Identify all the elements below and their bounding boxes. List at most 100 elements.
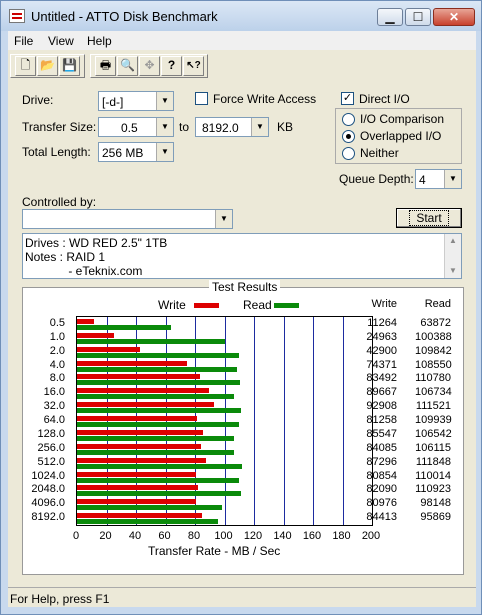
context-help-icon[interactable]: ↖? xyxy=(183,56,204,76)
x-gridline xyxy=(313,317,314,525)
title-bar[interactable]: Untitled - ATTO Disk Benchmark ▁ ☐ ✕ xyxy=(1,1,481,31)
menu-help[interactable]: Help xyxy=(87,34,112,48)
save-icon[interactable]: 💾 xyxy=(59,56,80,76)
new-document-icon[interactable]: 🗋 xyxy=(15,56,36,76)
write-value: 84085 xyxy=(366,441,397,454)
read-bar xyxy=(77,325,172,330)
chevron-down-icon[interactable]: ▼ xyxy=(444,170,461,188)
y-category-label: 2048.0 xyxy=(31,483,65,496)
maximize-button[interactable]: ☐ xyxy=(405,8,431,26)
notes-line: Notes : RAID 1 xyxy=(25,250,106,264)
notes-scrollbar[interactable]: ▲ ▼ xyxy=(444,234,461,278)
direct-io-label[interactable]: Direct I/O xyxy=(359,92,410,106)
neither-label[interactable]: Neither xyxy=(360,146,399,160)
neither-radio[interactable] xyxy=(342,147,355,160)
notes-textarea[interactable]: Drives : WD RED 2.5" 1TB Notes : RAID 1 … xyxy=(22,233,462,279)
y-category-label: 2.0 xyxy=(49,344,65,357)
y-category-label: 4096.0 xyxy=(31,497,65,510)
print-icon[interactable]: 🖶 xyxy=(95,56,116,76)
start-button[interactable]: Start xyxy=(396,208,462,228)
y-category-label: 8.0 xyxy=(49,372,65,385)
overlapped-io-label[interactable]: Overlapped I/O xyxy=(360,129,441,143)
read-value: 111848 xyxy=(415,455,451,468)
drive-select[interactable]: [-d-] ▼ xyxy=(98,91,174,111)
x-tick-label: 200 xyxy=(361,530,381,542)
write-value: 87296 xyxy=(366,455,397,468)
minimize-button[interactable]: ▁ xyxy=(377,8,403,26)
y-category-label: 128.0 xyxy=(37,427,65,440)
write-bar xyxy=(77,499,197,505)
read-bar xyxy=(77,505,222,511)
write-value: 42900 xyxy=(366,344,397,357)
x-tick-label: 140 xyxy=(273,530,292,542)
read-bar xyxy=(77,366,238,372)
read-bar xyxy=(77,394,235,400)
transfer-size-label: Transfer Size: xyxy=(22,120,97,134)
read-value: 106734 xyxy=(415,386,452,399)
notes-line: Drives : WD RED 2.5" 1TB xyxy=(25,236,168,250)
menu-view[interactable]: View xyxy=(48,34,74,48)
controlled-by-select[interactable]: ▼ xyxy=(22,209,233,229)
chevron-down-icon[interactable]: ▼ xyxy=(251,118,268,136)
scroll-down-icon[interactable]: ▼ xyxy=(445,266,461,275)
read-bar xyxy=(77,449,234,455)
test-results-panel: Test Results Write Read Write Read Trans… xyxy=(22,280,464,575)
read-value: 109842 xyxy=(415,344,452,357)
read-bar xyxy=(77,422,240,428)
open-folder-icon[interactable]: 📂 xyxy=(37,56,58,76)
y-category-label: 1.0 xyxy=(49,330,65,343)
chevron-down-icon[interactable]: ▼ xyxy=(156,118,173,136)
write-value: 92908 xyxy=(366,400,397,413)
read-bar xyxy=(77,408,242,414)
read-value: 111521 xyxy=(415,400,451,413)
write-bar xyxy=(77,416,197,422)
read-value: 63872 xyxy=(420,317,451,329)
write-value: 80976 xyxy=(366,497,397,510)
scroll-up-icon[interactable]: ▲ xyxy=(445,236,461,245)
overlapped-io-radio[interactable] xyxy=(342,130,355,143)
read-value: 108550 xyxy=(415,358,452,371)
start-button-label: Start xyxy=(409,210,449,226)
read-value: 100388 xyxy=(415,330,452,343)
queue-depth-value: 4 xyxy=(419,173,426,187)
x-tick-label: 160 xyxy=(302,530,322,542)
y-category-label: 64.0 xyxy=(43,414,65,427)
total-length-select[interactable]: 256 MB ▼ xyxy=(98,142,174,162)
total-length-value: 256 MB xyxy=(102,146,144,160)
write-value: 81258 xyxy=(366,414,397,427)
read-bar xyxy=(77,477,240,483)
transfer-from-value: 0.5 xyxy=(121,121,138,135)
close-button[interactable]: ✕ xyxy=(433,8,475,26)
read-value: 110780 xyxy=(415,372,451,385)
x-gridline xyxy=(343,317,344,525)
io-comparison-radio[interactable] xyxy=(342,113,355,126)
queue-depth-select[interactable]: 4 ▼ xyxy=(415,169,462,189)
menu-bar: File View Help xyxy=(8,31,476,50)
menu-file[interactable]: File xyxy=(14,34,33,48)
x-tick-label: 120 xyxy=(243,530,263,542)
io-comparison-label[interactable]: I/O Comparison xyxy=(360,112,444,126)
read-value: 95869 xyxy=(420,511,451,524)
print-preview-icon[interactable]: 🔍 xyxy=(117,56,138,76)
help-icon[interactable]: ? xyxy=(161,56,182,76)
move-icon[interactable]: ✥ xyxy=(139,56,160,76)
read-value: 110014 xyxy=(415,469,451,482)
write-bar xyxy=(77,319,94,324)
chevron-down-icon[interactable]: ▼ xyxy=(156,143,173,161)
to-label: to xyxy=(179,120,190,134)
chevron-down-icon[interactable]: ▼ xyxy=(215,210,232,228)
transfer-from-select[interactable]: 0.5 ▼ xyxy=(98,117,174,137)
write-bar xyxy=(77,346,141,352)
force-write-label[interactable]: Force Write Access xyxy=(213,92,316,106)
chevron-down-icon[interactable]: ▼ xyxy=(156,92,173,110)
app-icon xyxy=(9,9,25,23)
read-value: 98148 xyxy=(420,497,451,510)
y-category-label: 512.0 xyxy=(37,455,65,468)
write-column-header: Write xyxy=(371,298,397,310)
force-write-checkbox[interactable] xyxy=(195,92,208,105)
read-bar xyxy=(77,338,226,344)
write-value: 83492 xyxy=(366,372,397,385)
write-bar xyxy=(77,443,202,449)
direct-io-checkbox[interactable]: ✓ xyxy=(341,92,354,105)
transfer-to-select[interactable]: 8192.0 ▼ xyxy=(195,117,269,137)
